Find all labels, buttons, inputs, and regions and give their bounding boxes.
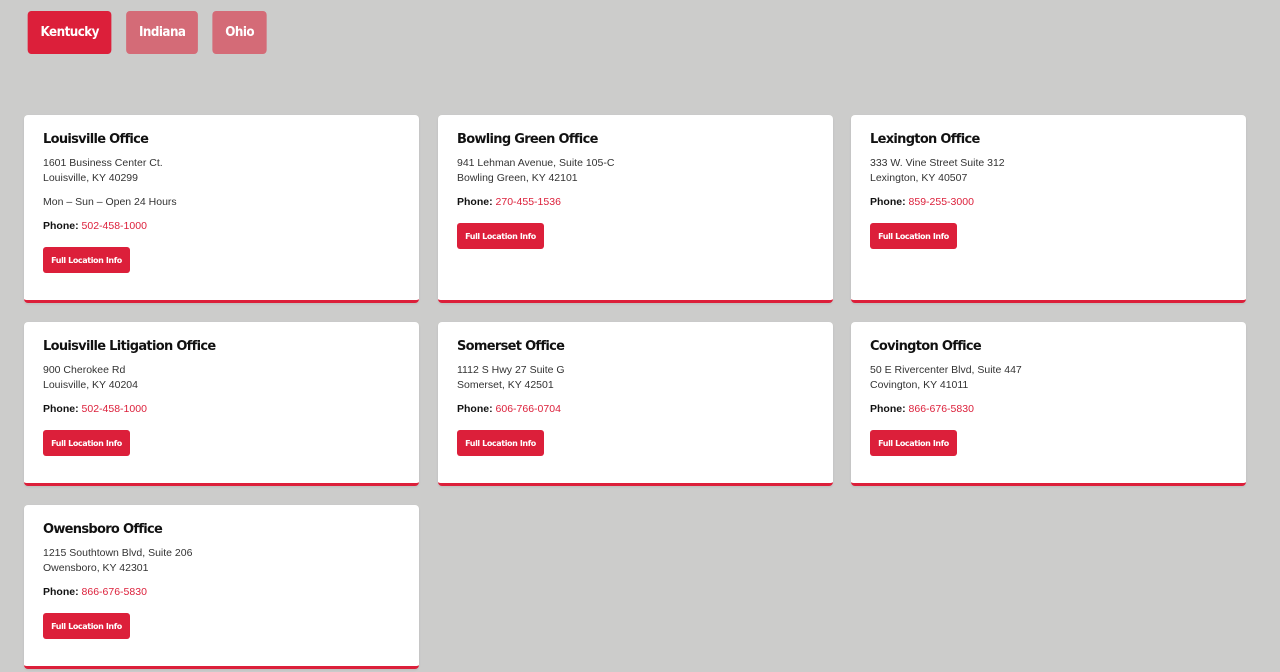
full-location-info-button[interactable]: Full Location Info xyxy=(870,430,957,456)
address-line1: 333 W. Vine Street Suite 312 xyxy=(870,157,1005,169)
phone-link[interactable]: 866-676-5830 xyxy=(82,586,147,598)
address-line1: 1112 S Hwy 27 Suite G xyxy=(457,364,565,376)
phone-label: Phone: xyxy=(43,586,79,598)
address-line1: 1215 Southtown Blvd, Suite 206 xyxy=(43,547,193,559)
office-title: Bowling Green Office xyxy=(457,132,598,147)
office-title: Owensboro Office xyxy=(43,522,163,537)
phone-link[interactable]: 606-766-0704 xyxy=(496,403,561,415)
state-tabs: Kentucky Indiana Ohio xyxy=(24,11,269,54)
office-card-lexington: Lexington Office 333 W. Vine Street Suit… xyxy=(851,115,1246,303)
phone-row: Phone: 270-455-1536 xyxy=(457,195,814,210)
tab-kentucky[interactable]: Kentucky xyxy=(27,11,112,54)
phone-label: Phone: xyxy=(870,196,906,208)
office-hours: Mon – Sun – Open 24 Hours xyxy=(43,196,177,208)
address-line2: Somerset, KY 42501 xyxy=(457,379,554,391)
phone-link[interactable]: 270-455-1536 xyxy=(496,196,561,208)
phone-link[interactable]: 502-458-1000 xyxy=(82,220,147,232)
full-location-info-button[interactable]: Full Location Info xyxy=(870,223,957,249)
office-card-owensboro: Owensboro Office 1215 Southtown Blvd, Su… xyxy=(24,505,419,669)
phone-link[interactable]: 502-458-1000 xyxy=(82,403,147,415)
phone-row: Phone: 859-255-3000 xyxy=(870,195,1227,210)
office-title: Louisville Office xyxy=(43,132,149,147)
full-location-info-button[interactable]: Full Location Info xyxy=(43,613,130,639)
full-location-info-button[interactable]: Full Location Info xyxy=(43,430,130,456)
address-line1: 941 Lehman Avenue, Suite 105-C xyxy=(457,157,615,169)
phone-link[interactable]: 859-255-3000 xyxy=(909,196,974,208)
phone-label: Phone: xyxy=(870,403,906,415)
phone-label: Phone: xyxy=(43,403,79,415)
address-line1: 1601 Business Center Ct. xyxy=(43,157,163,169)
address-line2: Owensboro, KY 42301 xyxy=(43,562,149,574)
address-line2: Bowling Green, KY 42101 xyxy=(457,172,578,184)
address-line1: 900 Cherokee Rd xyxy=(43,364,126,376)
office-card-somerset: Somerset Office 1112 S Hwy 27 Suite G So… xyxy=(438,322,833,486)
office-card-covington: Covington Office 50 E Rivercenter Blvd, … xyxy=(851,322,1246,486)
phone-label: Phone: xyxy=(43,220,79,232)
tab-ohio[interactable]: Ohio xyxy=(212,11,267,54)
address-line2: Covington, KY 41011 xyxy=(870,379,969,391)
phone-label: Phone: xyxy=(457,196,493,208)
address-line2: Louisville, KY 40299 xyxy=(43,172,138,184)
office-card-bowling-green: Bowling Green Office 941 Lehman Avenue, … xyxy=(438,115,833,303)
office-card-louisville-litigation: Louisville Litigation Office 900 Cheroke… xyxy=(24,322,419,486)
phone-link[interactable]: 866-676-5830 xyxy=(909,403,974,415)
office-title: Covington Office xyxy=(870,339,982,354)
address-line2: Lexington, KY 40507 xyxy=(870,172,968,184)
phone-row: Phone: 866-676-5830 xyxy=(43,585,400,600)
full-location-info-button[interactable]: Full Location Info xyxy=(457,223,544,249)
office-title: Louisville Litigation Office xyxy=(43,339,216,354)
phone-row: Phone: 606-766-0704 xyxy=(457,402,814,417)
address-line2: Louisville, KY 40204 xyxy=(43,379,138,391)
tab-indiana[interactable]: Indiana xyxy=(126,11,199,54)
office-title: Lexington Office xyxy=(870,132,980,147)
phone-row: Phone: 502-458-1000 xyxy=(43,219,400,234)
phone-label: Phone: xyxy=(457,403,493,415)
office-card-louisville: Louisville Office 1601 Business Center C… xyxy=(24,115,419,303)
phone-row: Phone: 866-676-5830 xyxy=(870,402,1227,417)
office-title: Somerset Office xyxy=(457,339,565,354)
full-location-info-button[interactable]: Full Location Info xyxy=(43,247,130,273)
address-line1: 50 E Rivercenter Blvd, Suite 447 xyxy=(870,364,1022,376)
phone-row: Phone: 502-458-1000 xyxy=(43,402,400,417)
full-location-info-button[interactable]: Full Location Info xyxy=(457,430,544,456)
